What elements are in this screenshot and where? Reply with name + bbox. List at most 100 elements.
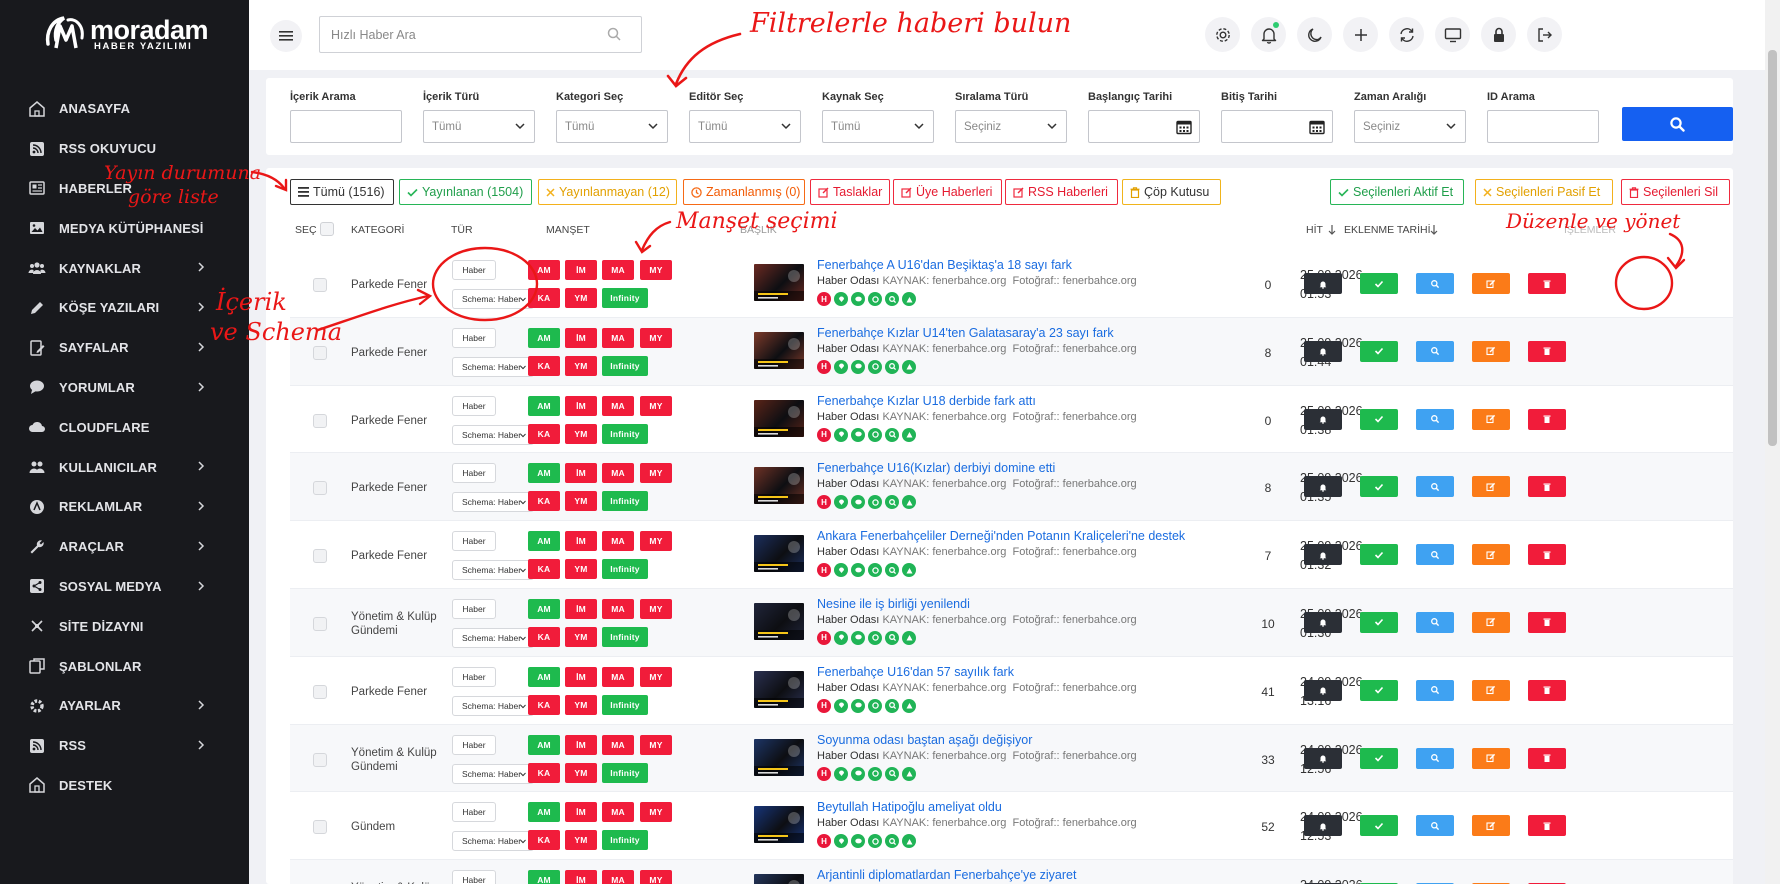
headline-am-button[interactable]: AM <box>528 802 560 823</box>
header-hit[interactable]: HİT <box>1306 224 1323 236</box>
headline-i̇m-button[interactable]: İM <box>565 463 597 484</box>
row-checkbox[interactable] <box>313 684 327 699</box>
headline-infinity-button[interactable]: Infinity <box>602 355 648 376</box>
preview-button[interactable] <box>1416 340 1454 362</box>
schema-select[interactable]: Schema: Haber <box>452 424 534 445</box>
share-status-icon[interactable] <box>834 563 848 578</box>
news-title-link[interactable]: Beytullah Hatipoğlu ameliyat oldu <box>817 800 1002 814</box>
share-status-icon[interactable] <box>834 630 848 645</box>
bulk-activate-button[interactable]: Seçilenleri Aktif Et <box>1330 179 1464 205</box>
preview-button[interactable] <box>1416 611 1454 633</box>
dark-mode-button[interactable] <box>1297 17 1332 52</box>
sidebar-item-kaynaklar[interactable]: KAYNAKLAR <box>0 248 249 288</box>
schema-select[interactable]: Schema: Haber <box>452 560 534 581</box>
share-status-icon[interactable] <box>868 766 882 781</box>
news-thumbnail[interactable] <box>754 264 804 301</box>
news-thumbnail[interactable] <box>754 602 804 640</box>
headline-am-button[interactable]: AM <box>528 734 560 755</box>
type-button[interactable]: Haber <box>452 327 496 348</box>
headline-ma-button[interactable]: MA <box>602 666 634 687</box>
add-new-button[interactable] <box>1343 17 1378 52</box>
row-checkbox[interactable] <box>313 278 327 292</box>
headline-am-button[interactable]: AM <box>528 327 560 348</box>
share-status-icon[interactable] <box>868 292 882 306</box>
share-status-icon[interactable] <box>834 834 848 849</box>
edit-button[interactable] <box>1472 476 1510 498</box>
news-thumbnail[interactable] <box>754 331 804 369</box>
news-title-link[interactable]: Fenerbahçe Kızlar U18 derbide fark attı <box>817 394 1036 408</box>
news-title-link[interactable]: Fenerbahçe A U16'dan Beşiktaş'a 18 sayı … <box>817 258 1072 272</box>
row-checkbox[interactable] <box>313 549 327 564</box>
sidebar-item-sosyal-medya[interactable]: SOSYAL MEDYA <box>0 567 249 607</box>
type-button[interactable]: Haber <box>452 395 496 416</box>
headline-i̇m-button[interactable]: İM <box>565 598 597 619</box>
headline-infinity-button[interactable]: Infinity <box>602 559 648 580</box>
tab-scheduled[interactable]: Zamanlanmış (0) <box>683 179 805 205</box>
edit-button[interactable] <box>1472 273 1510 294</box>
h-badge-icon[interactable]: H <box>817 698 831 713</box>
tab-member-news[interactable]: Üye Haberleri <box>893 179 1002 205</box>
id-search-input[interactable] <box>1487 110 1599 143</box>
news-title-link[interactable]: Arjantinli diplomatlardan Fenerbahçe'ye … <box>817 868 1076 882</box>
headline-ma-button[interactable]: MA <box>602 870 634 884</box>
headline-my-button[interactable]: MY <box>640 463 672 484</box>
headline-ma-button[interactable]: MA <box>602 802 634 823</box>
headline-ym-button[interactable]: YM <box>565 491 597 512</box>
notifications-button[interactable] <box>1251 17 1286 52</box>
share-status-icon[interactable] <box>851 698 865 713</box>
sidebar-item-destek[interactable]: DESTEK <box>0 766 249 806</box>
headline-ym-button[interactable]: YM <box>565 694 597 715</box>
start-date-input[interactable] <box>1088 110 1200 143</box>
type-button[interactable]: Haber <box>452 734 496 755</box>
preview-button[interactable] <box>1416 815 1454 837</box>
h-badge-icon[interactable]: H <box>817 563 831 578</box>
type-button[interactable]: Haber <box>452 666 496 687</box>
share-status-icon[interactable] <box>834 427 848 442</box>
headline-am-button[interactable]: AM <box>528 395 560 416</box>
schema-select[interactable]: Schema: Haber <box>452 289 534 309</box>
type-button[interactable]: Haber <box>452 802 496 823</box>
search-icon[interactable] <box>607 27 621 41</box>
type-button[interactable]: Haber <box>452 531 496 552</box>
brand-logo[interactable]: moradam HABER YAZILIMI <box>44 14 209 54</box>
schema-select[interactable]: Schema: Haber <box>452 627 534 648</box>
headline-ka-button[interactable]: KA <box>528 762 560 783</box>
headline-ka-button[interactable]: KA <box>528 694 560 715</box>
share-status-icon[interactable] <box>885 766 899 781</box>
content-type-select[interactable]: Tümü <box>423 110 535 143</box>
header-date[interactable]: EKLENME TARİHİ <box>1344 224 1431 236</box>
sidebar-item-araçlar[interactable]: ARAÇLAR <box>0 527 249 567</box>
headline-ym-button[interactable]: YM <box>565 762 597 783</box>
approve-button[interactable] <box>1360 273 1398 294</box>
sort-arrow-icon[interactable] <box>1328 224 1336 235</box>
delete-button[interactable] <box>1528 747 1566 769</box>
time-range-select[interactable]: Seçiniz <box>1354 110 1466 143</box>
share-status-icon[interactable] <box>885 563 899 578</box>
content-search-input[interactable] <box>290 110 402 143</box>
news-title-link[interactable]: Soyunma odası baştan aşağı değişiyor <box>817 733 1032 747</box>
approve-button[interactable] <box>1360 815 1398 837</box>
edit-button[interactable] <box>1472 747 1510 769</box>
scrollbar-thumb[interactable] <box>1768 50 1777 446</box>
approve-button[interactable] <box>1360 611 1398 633</box>
news-title-link[interactable]: Fenerbahçe U16'dan 57 sayılık fark <box>817 665 1014 679</box>
preview-button[interactable] <box>1416 679 1454 701</box>
headline-ka-button[interactable]: KA <box>528 830 560 851</box>
quick-search-input[interactable] <box>320 17 600 52</box>
share-status-icon[interactable] <box>851 292 865 306</box>
edit-button[interactable] <box>1472 544 1510 566</box>
share-status-icon[interactable] <box>885 292 899 306</box>
calendar-icon[interactable] <box>1176 119 1192 135</box>
view-site-button[interactable] <box>1435 17 1470 52</box>
notify-button[interactable] <box>1304 340 1342 362</box>
headline-infinity-button[interactable]: Infinity <box>602 491 648 512</box>
h-badge-icon[interactable]: H <box>817 630 831 645</box>
settings-button[interactable] <box>1205 17 1240 52</box>
share-status-icon[interactable] <box>851 766 865 781</box>
edit-button[interactable] <box>1472 340 1510 362</box>
headline-am-button[interactable]: AM <box>528 531 560 552</box>
headline-infinity-button[interactable]: Infinity <box>602 762 648 783</box>
edit-button[interactable] <box>1472 815 1510 837</box>
headline-infinity-button[interactable]: Infinity <box>602 288 648 308</box>
refresh-button[interactable] <box>1389 17 1424 52</box>
